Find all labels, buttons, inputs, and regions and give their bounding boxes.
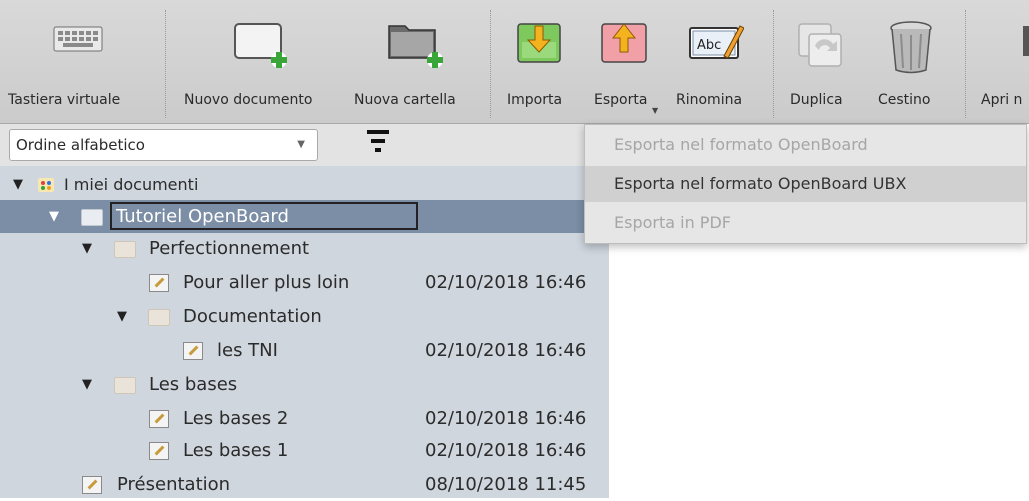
tree-document-label: les TNI xyxy=(217,340,278,361)
chevron-down-icon: ▼ xyxy=(297,139,305,150)
menu-item-export-openboard-ubx[interactable]: Esporta nel formato OpenBoard UBX xyxy=(585,166,1026,202)
expand-arrow-icon[interactable]: ▼ xyxy=(117,300,127,333)
rename-label: Rinomina xyxy=(676,92,743,108)
toolbar-separator xyxy=(965,10,966,118)
expand-arrow-icon[interactable]: ▼ xyxy=(49,200,59,233)
tree-document-label: Pour aller plus loin xyxy=(183,272,350,293)
export-label: Esporta xyxy=(594,92,648,108)
expand-arrow-icon[interactable]: ▼ xyxy=(82,368,92,401)
rename-icon: Abc xyxy=(689,25,744,59)
document-edit-icon xyxy=(149,274,169,292)
tree-document-row[interactable]: Présentation 08/10/2018 11:45 xyxy=(0,468,609,501)
new-folder-icon xyxy=(388,25,443,68)
sort-order-select[interactable]: Ordine alfabetico ▼ xyxy=(9,129,318,161)
folder-icon xyxy=(114,241,136,258)
toolbar-separator xyxy=(773,10,774,118)
tree-document-row[interactable]: Pour aller plus loin 02/10/2018 16:46 xyxy=(0,266,609,299)
expand-arrow-icon[interactable]: ▼ xyxy=(82,232,92,265)
tree-root-row[interactable]: ▼ I miei documenti xyxy=(0,168,609,201)
sort-order-value: Ordine alfabetico xyxy=(16,136,145,154)
tree-document-row[interactable]: Les bases 2 02/10/2018 16:46 xyxy=(0,402,609,435)
toolbar-separator xyxy=(165,10,166,118)
import-icon xyxy=(517,23,561,63)
import-label: Importa xyxy=(507,92,563,108)
export-icon xyxy=(601,23,647,63)
menu-item-export-pdf[interactable]: Esporta in PDF xyxy=(585,205,1026,241)
tree-folder-label: Les bases xyxy=(149,374,238,395)
virtual-keyboard-label: Tastiera virtuale xyxy=(8,92,121,108)
import-button[interactable]: Importa xyxy=(500,0,585,123)
document-date: 02/10/2018 16:46 xyxy=(425,408,587,429)
rename-button[interactable]: Abc Rinomina xyxy=(672,0,764,123)
open-icon xyxy=(1023,26,1029,56)
folder-icon xyxy=(114,377,136,394)
tree-document-row[interactable]: Les bases 1 02/10/2018 16:46 xyxy=(0,434,609,467)
trash-icon xyxy=(890,21,932,74)
document-date: 02/10/2018 16:46 xyxy=(425,440,587,461)
tree-folder-label: Tutoriel OpenBoard xyxy=(116,206,289,227)
tree-root-label: I miei documenti xyxy=(64,175,199,194)
folder-icon xyxy=(148,309,170,326)
toolbar: Tastiera virtuale Nuovo documento Nuova … xyxy=(0,0,1029,124)
export-button[interactable]: Esporta ▼ xyxy=(588,0,668,123)
document-edit-icon xyxy=(149,442,169,460)
document-edit-icon xyxy=(149,410,169,428)
duplicate-icon xyxy=(798,23,842,67)
virtual-keyboard-button[interactable]: Tastiera virtuale xyxy=(0,0,160,123)
document-edit-icon xyxy=(82,476,102,494)
open-label: Apri n xyxy=(981,92,1023,108)
documents-root-icon xyxy=(38,178,54,192)
tree-folder-label: Documentation xyxy=(183,306,322,327)
tree-document-label: Les bases 1 xyxy=(183,440,289,461)
documents-panel: Ordine alfabetico ▼ ▼ I miei documenti ▼… xyxy=(0,124,609,498)
new-folder-button[interactable]: Nuova cartella xyxy=(345,0,485,123)
keyboard-icon xyxy=(53,26,103,52)
filter-icon[interactable] xyxy=(367,130,389,154)
menu-item-export-openboard[interactable]: Esporta nel formato OpenBoard xyxy=(585,127,1026,163)
tree-folder-label: Perfectionnement xyxy=(149,238,310,259)
tree-document-label: Les bases 2 xyxy=(183,408,289,429)
tree-folder-row[interactable]: ▼ Documentation xyxy=(0,300,609,333)
expand-arrow-icon[interactable]: ▼ xyxy=(13,168,23,201)
tree-document-row[interactable]: les TNI 02/10/2018 16:46 xyxy=(0,334,609,367)
open-button[interactable]: Apri n xyxy=(975,0,1029,123)
document-date: 02/10/2018 16:46 xyxy=(425,272,587,293)
tree-folder-row[interactable]: ▼ Les bases xyxy=(0,368,609,401)
trash-button[interactable]: Cestino xyxy=(868,0,958,123)
document-date: 02/10/2018 16:46 xyxy=(425,340,587,361)
tree-document-label: Présentation xyxy=(117,474,231,495)
new-document-label: Nuovo documento xyxy=(184,92,313,108)
duplicate-button[interactable]: Duplica xyxy=(783,0,868,123)
document-edit-icon xyxy=(183,342,203,360)
folder-icon xyxy=(81,209,103,226)
tree-folder-row[interactable]: ▼ Tutoriel OpenBoard xyxy=(0,200,609,233)
tree-folder-row[interactable]: ▼ Perfectionnement xyxy=(0,232,609,265)
document-date: 08/10/2018 11:45 xyxy=(425,474,587,495)
sort-bar: Ordine alfabetico ▼ xyxy=(0,124,609,166)
svg-text:Abc: Abc xyxy=(697,38,721,53)
new-document-icon xyxy=(234,23,287,68)
duplicate-label: Duplica xyxy=(790,92,843,108)
toolbar-separator xyxy=(490,10,491,118)
export-dropdown-menu: Esporta nel formato OpenBoard Esporta ne… xyxy=(584,124,1027,244)
trash-label: Cestino xyxy=(878,92,931,108)
export-dropdown-arrow-icon: ▼ xyxy=(652,106,659,115)
new-document-button[interactable]: Nuovo documento xyxy=(175,0,345,123)
new-folder-label: Nuova cartella xyxy=(354,92,456,108)
